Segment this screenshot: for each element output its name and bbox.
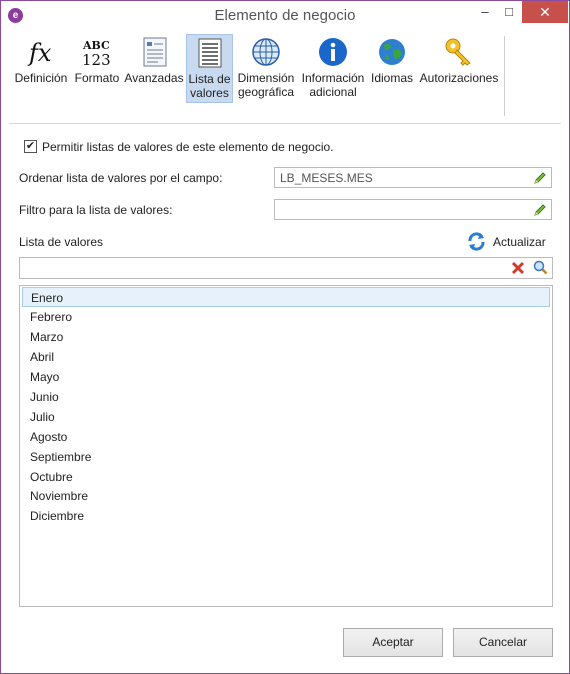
ok-button[interactable]: Aceptar	[343, 628, 443, 657]
search-icon[interactable]	[533, 260, 548, 275]
list-item[interactable]: Marzo	[22, 327, 550, 347]
fx-icon: fx	[27, 39, 52, 67]
svg-text:123: 123	[82, 51, 111, 68]
list-item[interactable]: Abril	[22, 347, 550, 367]
list-item[interactable]: Septiembre	[22, 447, 550, 467]
tab-dimension-label-1: Dimensión	[237, 71, 295, 85]
tab-informacion-label-1: Información	[301, 71, 365, 85]
sort-field[interactable]: LB_MESES.MES	[274, 167, 552, 188]
edit-pencil-icon[interactable]	[533, 171, 547, 185]
document-list-icon	[143, 37, 167, 67]
clear-icon[interactable]	[511, 261, 525, 275]
enable-lov-checkbox[interactable]: ✔	[24, 140, 37, 153]
tab-lista-label-1: Lista de	[188, 72, 231, 86]
list-item[interactable]: Enero	[22, 287, 550, 307]
toolbar-separator	[504, 36, 505, 116]
title-bar[interactable]: e Elemento de negocio – □ ✕	[1, 1, 569, 31]
filter-field[interactable]	[274, 199, 552, 220]
tab-avanzadas-label: Avanzadas	[124, 71, 184, 85]
tab-lista-de-valores[interactable]: Lista de valores	[186, 34, 233, 103]
list-item[interactable]: Octubre	[22, 467, 550, 487]
tab-autorizaciones[interactable]: Autorizaciones	[418, 34, 500, 103]
values-list-label: Lista de valores	[19, 235, 104, 249]
tab-dimension-geografica[interactable]: Dimensión geográfica	[235, 34, 297, 103]
enable-lov-label: Permitir listas de valores de este eleme…	[42, 140, 334, 154]
tab-definicion[interactable]: fx Definición	[12, 34, 70, 103]
dialog-window: e Elemento de negocio – □ ✕ fx Definició…	[0, 0, 570, 674]
close-button[interactable]: ✕	[522, 1, 568, 23]
earth-icon	[379, 39, 405, 65]
cancel-button[interactable]: Cancelar	[453, 628, 553, 657]
list-item[interactable]: Febrero	[22, 307, 550, 327]
list-item[interactable]: Julio	[22, 407, 550, 427]
refresh-button[interactable]: Actualizar	[493, 235, 546, 249]
tab-informacion-adicional[interactable]: Información adicional	[299, 34, 367, 103]
refresh-icon[interactable]	[466, 231, 487, 252]
toolbar-divider	[9, 123, 561, 124]
tab-informacion-label-2: adicional	[309, 85, 357, 99]
globe-grid-icon	[252, 38, 280, 66]
list-document-icon	[198, 38, 221, 68]
info-icon	[319, 38, 347, 66]
tab-formato-label: Formato	[74, 71, 120, 85]
edit-pencil-icon[interactable]	[533, 203, 547, 217]
key-icon	[445, 38, 471, 66]
sort-label: Ordenar lista de valores por el campo:	[19, 171, 223, 185]
list-item[interactable]: Agosto	[22, 427, 550, 447]
tab-idiomas-label: Idiomas	[370, 71, 414, 85]
tab-formato[interactable]: ABC 123 Formato	[72, 34, 122, 103]
tab-definicion-label: Definición	[14, 71, 68, 85]
tab-autorizaciones-label: Autorizaciones	[419, 71, 499, 85]
sort-field-value: LB_MESES.MES	[280, 171, 373, 185]
filter-label: Filtro para la lista de valores:	[19, 203, 173, 217]
toolbar: fx Definición ABC 123 Formato Avanzadas …	[2, 31, 570, 121]
list-item[interactable]: Mayo	[22, 367, 550, 387]
search-input[interactable]	[19, 257, 553, 279]
tab-dimension-label-2: geográfica	[237, 85, 295, 99]
list-item[interactable]: Noviembre	[22, 486, 550, 506]
list-item[interactable]: Junio	[22, 387, 550, 407]
tab-lista-label-2: valores	[190, 86, 229, 100]
maximize-button[interactable]: □	[495, 1, 523, 23]
tab-idiomas[interactable]: Idiomas	[369, 34, 415, 103]
values-list[interactable]: Enero Febrero Marzo Abril Mayo Junio Jul…	[19, 285, 553, 607]
tab-avanzadas[interactable]: Avanzadas	[124, 34, 184, 103]
svg-text:fx: fx	[27, 39, 52, 67]
abc-123-icon: ABC 123	[82, 39, 111, 68]
list-item[interactable]: Diciembre	[22, 506, 550, 526]
